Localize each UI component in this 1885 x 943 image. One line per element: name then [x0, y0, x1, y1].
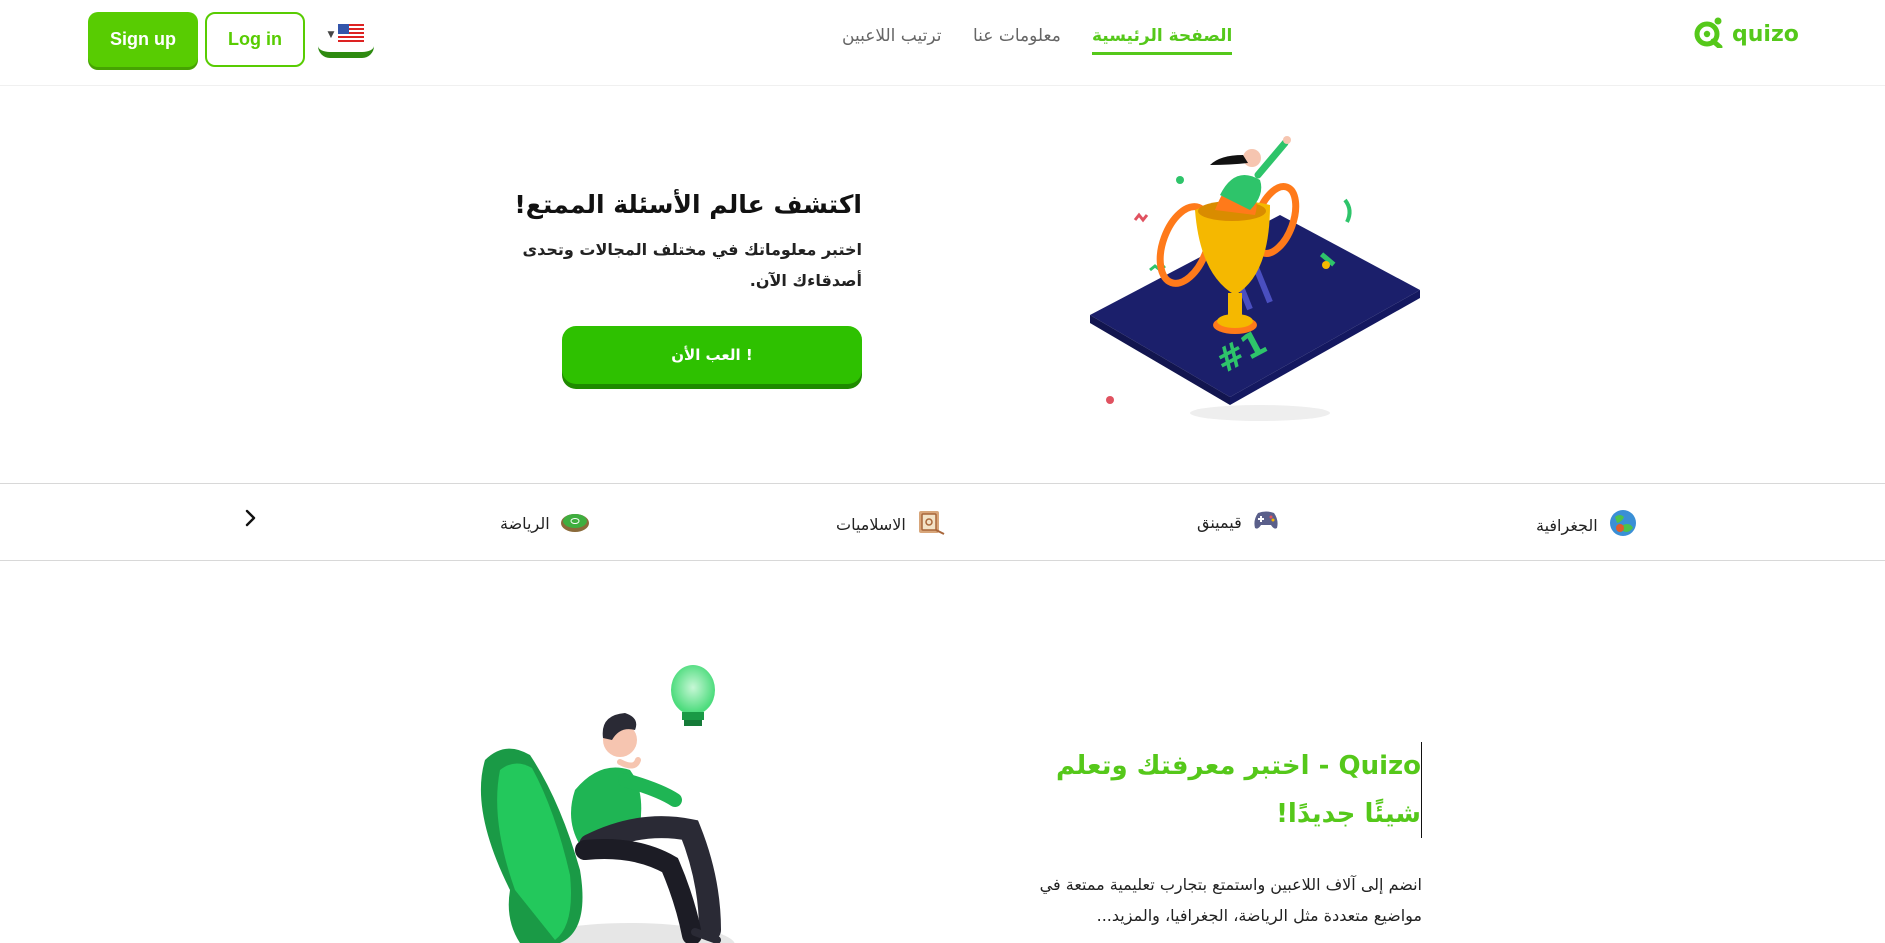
trophy-illustration-icon: #1	[1080, 125, 1430, 425]
category-label: قيمينق	[1197, 512, 1242, 532]
category-islamic[interactable]: الاسلاميات	[836, 508, 946, 540]
logo-text: quizo	[1732, 21, 1799, 47]
caret-down-icon: ▼	[327, 30, 335, 40]
nav-ranking[interactable]: ترتيب اللاعبين	[842, 26, 941, 52]
category-bar: الجغرافية قيمينق الاسلاميات الرياضة	[0, 483, 1885, 561]
thinking-person-illustration-icon	[460, 650, 800, 943]
category-label: الجغرافية	[1536, 515, 1598, 535]
category-label: الاسلاميات	[836, 514, 906, 534]
category-sport[interactable]: الرياضة	[500, 508, 590, 538]
gamepad-icon	[1252, 508, 1280, 536]
category-label: الرياضة	[500, 513, 550, 533]
info-text: انضم إلى آلاف اللاعبين واستمتع بتجارب تع…	[1039, 875, 1422, 925]
stadium-icon	[560, 508, 590, 538]
nav-home[interactable]: الصفحة الرئيسية	[1092, 26, 1233, 55]
info-title: Quizo - اختبر معرفتك وتعلم شيئًا جديدًا!	[1000, 742, 1422, 838]
signup-button[interactable]: Sign up	[88, 12, 198, 67]
hero-title: اكتشف عالم الأسئلة الممتع!	[514, 190, 862, 219]
us-flag-icon	[338, 24, 365, 46]
hero-subtitle: اختبر معلوماتك في مختلف المجالات وتحدى أ…	[522, 240, 862, 290]
nav-about[interactable]: معلومات عنا	[973, 26, 1061, 52]
globe-icon	[1608, 508, 1638, 542]
language-selector[interactable]: ▼	[318, 18, 374, 58]
logo-icon	[1694, 16, 1724, 52]
category-geography[interactable]: الجغرافية	[1536, 508, 1638, 542]
login-button[interactable]: Log in	[205, 12, 305, 67]
category-gaming[interactable]: قيمينق	[1197, 508, 1280, 536]
logo[interactable]: quizo	[1694, 16, 1799, 52]
book-icon	[916, 508, 946, 540]
site-header: quizo الصفحة الرئيسية معلومات عنا ترتيب …	[0, 0, 1885, 86]
chevron-right-icon[interactable]	[240, 504, 260, 532]
play-now-button[interactable]: العب الأن !	[562, 326, 862, 384]
